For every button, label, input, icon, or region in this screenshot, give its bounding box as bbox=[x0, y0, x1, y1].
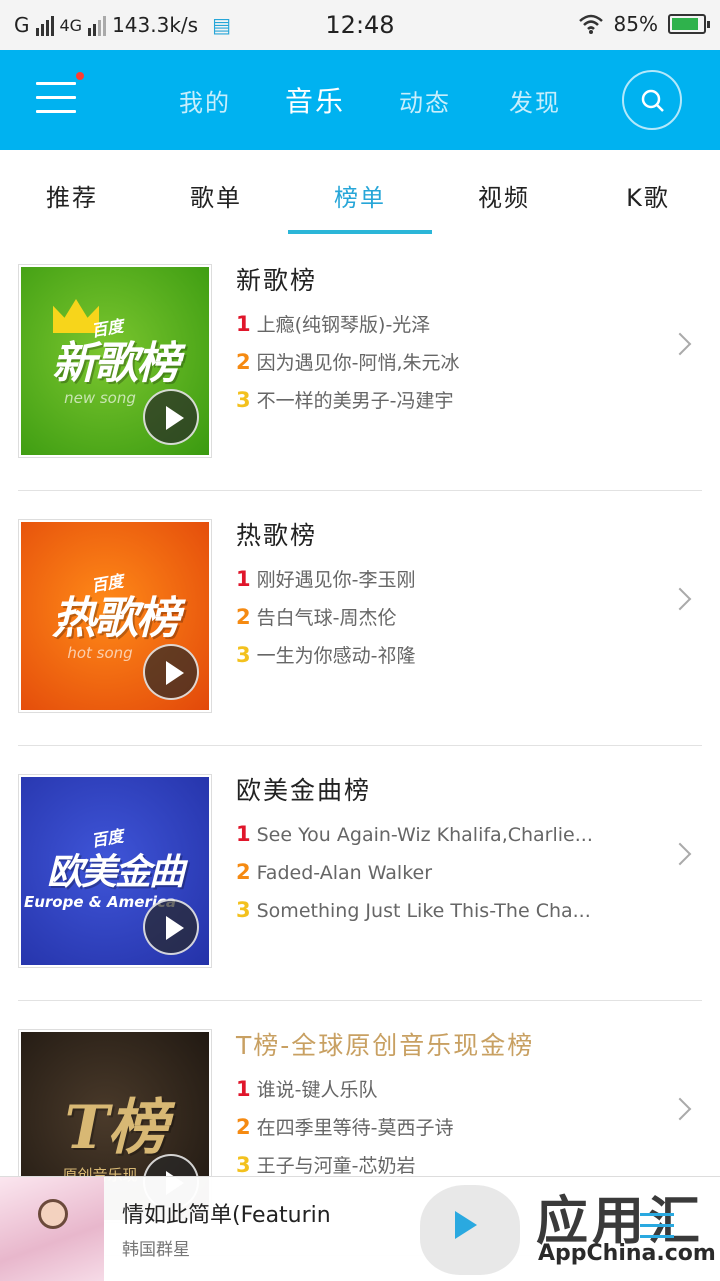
song-row: 1 See You Again-Wiz Khalifa,Charlie... bbox=[236, 815, 642, 853]
chart-title: T榜-全球原创音乐现金榜 bbox=[236, 1026, 642, 1070]
rank-number: 3 bbox=[236, 1153, 251, 1177]
cover-subtitle: hot song bbox=[67, 644, 132, 662]
chart-title: 欧美金曲榜 bbox=[236, 771, 642, 815]
play-button[interactable] bbox=[143, 389, 199, 445]
subtab-videos[interactable]: 视频 bbox=[432, 150, 576, 236]
chart-cover[interactable]: 百度 新歌榜 new song bbox=[18, 264, 212, 458]
rank-number: 3 bbox=[236, 643, 251, 667]
rank-number: 3 bbox=[236, 388, 251, 412]
tab-music[interactable]: 音乐 bbox=[260, 80, 370, 120]
song-row: 1 刚好遇见你-李玉刚 bbox=[236, 560, 642, 598]
search-button[interactable] bbox=[622, 70, 682, 130]
rank-number: 2 bbox=[236, 1115, 251, 1139]
chart-info: 新歌榜 1 上瘾(纯钢琴版)-光泽 2 因为遇见你-阿悄,朱元冰 3 不一样的美男子-… bbox=[236, 261, 642, 419]
tab-mine[interactable]: 我的 bbox=[150, 83, 260, 120]
search-icon bbox=[640, 88, 666, 114]
tab-feed[interactable]: 动态 bbox=[370, 83, 480, 120]
chart-title: 热歌榜 bbox=[236, 516, 642, 560]
rank-number: 2 bbox=[236, 605, 251, 629]
album-art[interactable] bbox=[0, 1177, 104, 1281]
rank-number: 1 bbox=[236, 567, 251, 591]
song-text: See You Again-Wiz Khalifa,Charlie... bbox=[257, 824, 593, 846]
wifi-icon bbox=[578, 13, 604, 35]
song-text: 因为遇见你-阿悄,朱元冰 bbox=[257, 352, 460, 374]
playlist-icon[interactable] bbox=[640, 1213, 674, 1246]
play-button[interactable] bbox=[143, 899, 199, 955]
song-text: 不一样的美男子-冯建宇 bbox=[257, 390, 454, 412]
chevron-right-icon bbox=[669, 333, 692, 356]
battery-icon bbox=[668, 14, 706, 34]
song-text: 上瘾(纯钢琴版)-光泽 bbox=[257, 314, 431, 336]
chart-title: 新歌榜 bbox=[236, 261, 642, 305]
cover-subtitle: new song bbox=[64, 389, 136, 407]
song-row: 1 上瘾(纯钢琴版)-光泽 bbox=[236, 305, 642, 343]
song-row: 1 谁说-键人乐队 bbox=[236, 1070, 642, 1108]
song-text: Faded-Alan Walker bbox=[257, 862, 432, 884]
chart-info: 欧美金曲榜 1 See You Again-Wiz Khalifa,Charlie… bbox=[236, 771, 642, 929]
chart-info: T榜-全球原创音乐现金榜 1 谁说-键人乐队 2 在四季里等待-莫西子诗 3 王子与河… bbox=[236, 1026, 642, 1184]
cover-title: 欧美金曲 bbox=[47, 843, 183, 895]
song-text: 告白气球-周杰伦 bbox=[257, 607, 397, 629]
song-text: 王子与河童-芯奶岩 bbox=[257, 1155, 416, 1177]
song-text: 谁说-键人乐队 bbox=[257, 1079, 378, 1101]
battery-percent: 85% bbox=[614, 12, 658, 36]
menu-button[interactable] bbox=[36, 82, 76, 116]
play-button[interactable] bbox=[143, 644, 199, 700]
song-row: 2 在四季里等待-莫西子诗 bbox=[236, 1108, 642, 1146]
song-row: 2 Faded-Alan Walker bbox=[236, 853, 642, 891]
sub-tabs: 推荐 歌单 榜单 视频 K歌 bbox=[0, 150, 720, 236]
notification-dot bbox=[76, 72, 84, 80]
rank-number: 1 bbox=[236, 1077, 251, 1101]
app-header: 我的 音乐 动态 发现 bbox=[0, 50, 720, 150]
chart-list: 百度 新歌榜 new song 新歌榜 1 上瘾(纯钢琴版)-光泽 2 因为遇见你-… bbox=[0, 236, 720, 1256]
now-playing-title: 情如此简单(Featurin bbox=[122, 1197, 342, 1229]
cover-title: T榜 bbox=[65, 1079, 166, 1166]
status-bar: G 4G 143.3k/s ▤ 12:48 85% bbox=[0, 0, 720, 50]
song-text: Something Just Like This-The Cha... bbox=[257, 900, 591, 922]
chart-cover[interactable]: 百度 热歌榜 hot song bbox=[18, 519, 212, 713]
subtab-recommend[interactable]: 推荐 bbox=[0, 150, 144, 236]
chevron-right-icon bbox=[669, 843, 692, 866]
chevron-right-icon bbox=[669, 588, 692, 611]
chart-info: 热歌榜 1 刚好遇见你-李玉刚 2 告白气球-周杰伦 3 一生为你感动-祁隆 bbox=[236, 516, 642, 674]
rank-number: 1 bbox=[236, 822, 251, 846]
song-row: 3 Something Just Like This-The Cha... bbox=[236, 891, 642, 929]
status-right: 85% bbox=[578, 12, 706, 36]
subtab-charts[interactable]: 榜单 bbox=[288, 150, 432, 236]
song-text: 刚好遇见你-李玉刚 bbox=[257, 569, 416, 591]
subtab-karaoke[interactable]: K歌 bbox=[576, 150, 720, 236]
song-row: 3 一生为你感动-祁隆 bbox=[236, 636, 642, 674]
chevron-right-icon bbox=[669, 1098, 692, 1121]
chart-item-new-songs[interactable]: 百度 新歌榜 new song 新歌榜 1 上瘾(纯钢琴版)-光泽 2 因为遇见你-… bbox=[18, 236, 702, 491]
chart-item-western[interactable]: 百度 欧美金曲 Europe & America 欧美金曲榜 1 See You … bbox=[18, 746, 702, 1001]
song-text: 在四季里等待-莫西子诗 bbox=[257, 1117, 454, 1139]
song-row: 2 因为遇见你-阿悄,朱元冰 bbox=[236, 343, 642, 381]
mini-player[interactable]: 情如此简单(Featurin 韩国群星 应用汇 AppChina.com bbox=[0, 1176, 720, 1280]
chart-cover[interactable]: 百度 欧美金曲 Europe & America bbox=[18, 774, 212, 968]
tab-discover[interactable]: 发现 bbox=[480, 83, 590, 120]
song-row: 2 告白气球-周杰伦 bbox=[236, 598, 642, 636]
rank-number: 3 bbox=[236, 898, 251, 922]
subtab-playlists[interactable]: 歌单 bbox=[144, 150, 288, 236]
rank-number: 2 bbox=[236, 350, 251, 374]
play-icon[interactable] bbox=[455, 1211, 477, 1239]
song-text: 一生为你感动-祁隆 bbox=[257, 645, 416, 667]
main-tabs: 我的 音乐 动态 发现 bbox=[150, 83, 590, 120]
now-playing-artist: 韩国群星 bbox=[122, 1235, 190, 1260]
chart-item-hot-songs[interactable]: 百度 热歌榜 hot song 热歌榜 1 刚好遇见你-李玉刚 2 告白气球-周杰伦… bbox=[18, 491, 702, 746]
rank-number: 1 bbox=[236, 312, 251, 336]
rank-number: 2 bbox=[236, 860, 251, 884]
album-art-figure bbox=[38, 1199, 68, 1229]
song-row: 3 不一样的美男子-冯建宇 bbox=[236, 381, 642, 419]
watermark-subtext: AppChina.com bbox=[538, 1241, 716, 1266]
